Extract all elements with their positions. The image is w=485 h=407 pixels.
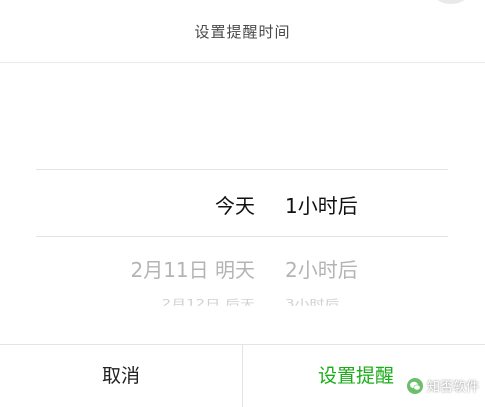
watermark: 知否软件	[406, 376, 479, 395]
picker-date-next[interactable]: 2月11日 明天	[130, 254, 255, 283]
selection-top-line	[36, 169, 448, 170]
date-time-picker[interactable]: 今天 1小时后 2月11日 明天 2小时后 2月12日 后天 3小时后	[0, 62, 485, 344]
picker-date-far[interactable]: 2月12日 后天	[162, 296, 255, 305]
wechat-icon	[406, 377, 423, 394]
picker-row-far[interactable]: 2月12日 后天 3小时后	[0, 296, 485, 305]
dialog-title: 设置提醒时间	[194, 23, 291, 41]
selection-bottom-line	[36, 236, 448, 237]
dialog-header: 设置提醒时间	[0, 0, 485, 63]
picker-time-selected[interactable]: 1小时后	[285, 190, 358, 219]
cancel-button[interactable]: 取消	[0, 345, 242, 407]
dialog-footer: 取消 设置提醒 知否软件	[0, 344, 485, 407]
picker-date-selected[interactable]: 今天	[215, 190, 255, 219]
set-reminder-button[interactable]: 设置提醒	[318, 345, 394, 407]
watermark-text: 知否软件	[426, 380, 479, 395]
picker-time-far[interactable]: 3小时后	[285, 296, 340, 305]
picker-time-next[interactable]: 2小时后	[285, 254, 358, 283]
footer-divider	[242, 345, 243, 407]
